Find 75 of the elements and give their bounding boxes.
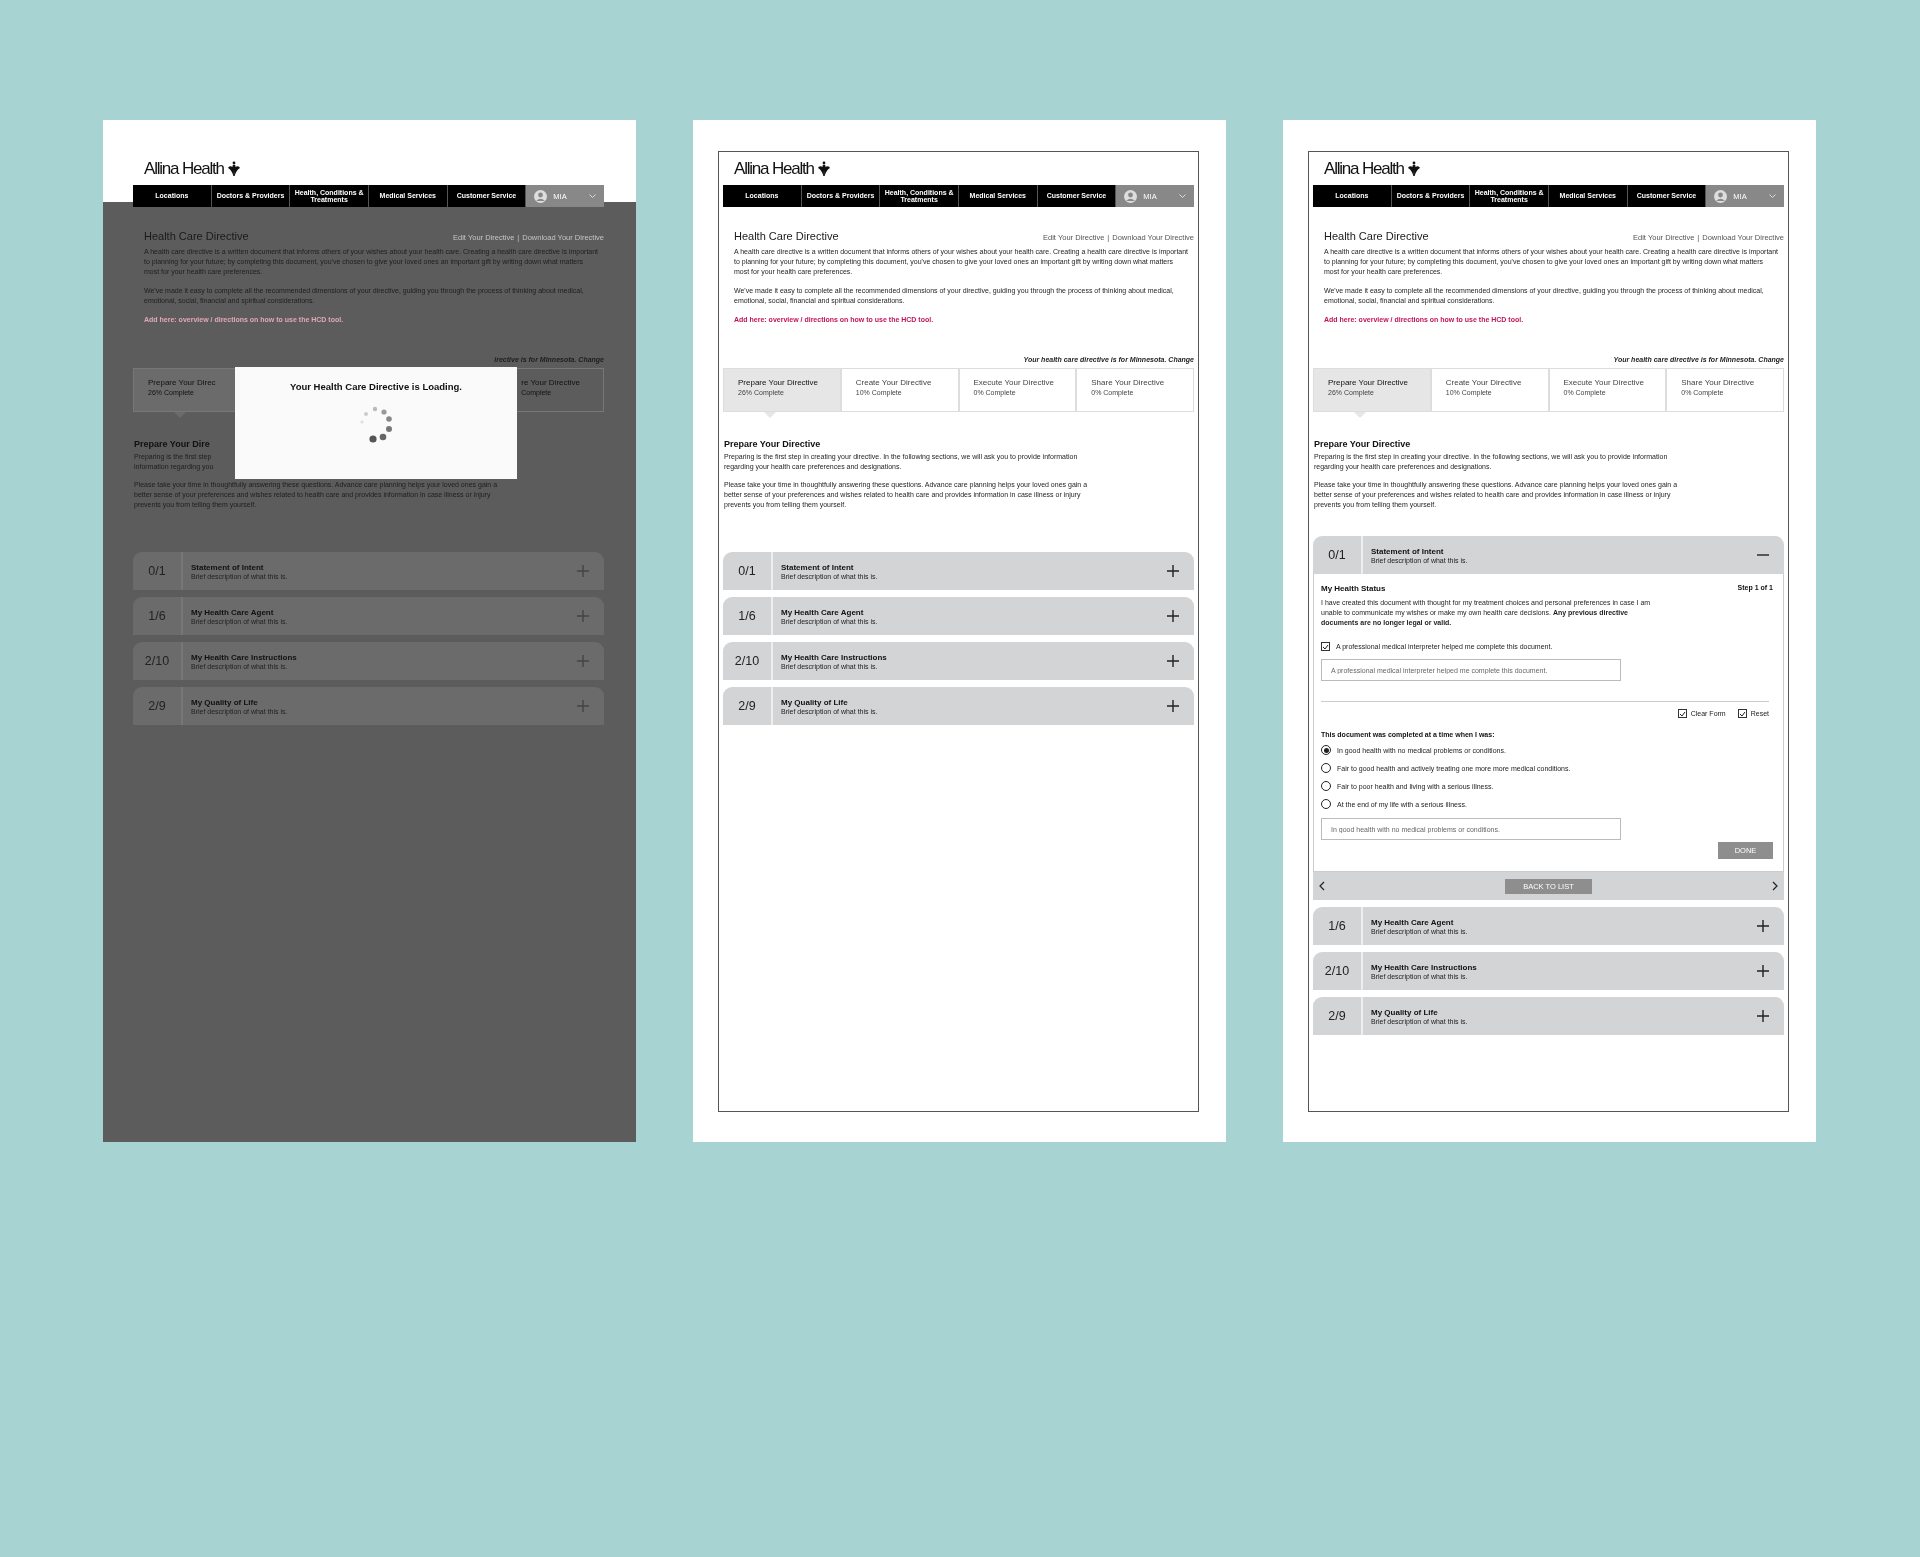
row-title: My Health Care Agent [191,607,275,617]
tab-label: Execute Your Directive [973,378,1055,387]
progress-count: 0/1 [133,552,183,590]
radio-button[interactable] [1321,745,1331,755]
leaf-logo-icon [225,160,242,177]
plus-icon [576,564,590,578]
progress-count: 2/10 [1313,952,1363,990]
plus-icon [576,654,590,668]
tab-label: Prepare Your Directive [1328,378,1410,387]
row-title: My Quality of Life [191,697,259,707]
page-title: Health Care Directive [734,230,839,242]
avatar-icon [1714,189,1728,203]
radio-button[interactable] [1321,781,1331,791]
form-heading: My Health Status [1321,584,1386,593]
row-title: My Health Care Agent [1371,917,1455,927]
progress-count: 2/9 [1313,997,1363,1035]
section-title: Prepare Your Directive [1314,439,1412,449]
row-title: Statement of Intent [781,562,855,572]
page-title: Health Care Directive [1324,230,1429,242]
progress-count: 2/9 [133,687,183,725]
section-title: Prepare Your Dire [134,439,211,449]
plus-icon [1756,919,1770,933]
tab-label: Prepare Your Directive [738,378,820,387]
row-title: My Health Care Agent [781,607,865,617]
row-title: My Quality of Life [1371,1007,1439,1017]
page-title: Health Care Directive [144,230,249,242]
plus-icon [1166,654,1180,668]
avatar-icon [534,189,548,203]
radio-button[interactable] [1321,763,1331,773]
leaf-logo-icon [815,160,832,177]
row-title: My Quality of Life [781,697,849,707]
row-title: My Health Care Instructions [191,652,298,662]
previous-button[interactable] [1319,881,1325,891]
plus-icon [1166,699,1180,713]
progress-count: 2/9 [723,687,773,725]
checkbox[interactable] [1677,709,1687,718]
progress-count: 1/6 [723,597,773,635]
radio-button[interactable] [1321,799,1331,809]
tab-label: Share Your Directive [1091,378,1166,387]
tab-label: Execute Your Directive [1563,378,1645,387]
brand-name: Allina Health [144,158,224,179]
checkbox[interactable] [1737,709,1747,718]
tab-label: Prepare Your Direc [148,378,217,387]
dialog-title: Your Health Care Directive is Loading. [290,381,462,392]
plus-icon [1756,964,1770,978]
plus-icon [1756,1009,1770,1023]
chevron-right-icon [1772,881,1778,891]
progress-count: 1/6 [1313,907,1363,945]
row-title: Statement of Intent [191,562,265,572]
plus-icon [576,609,590,623]
chevron-down-icon [589,194,596,198]
loading-spinner-icon [358,404,394,444]
progress-count: 0/1 [723,552,773,590]
brand-name: Allina Health [734,158,814,179]
row-title: Statement of Intent [1371,546,1445,556]
row-title: My Health Care Instructions [1371,962,1478,972]
plus-icon [576,699,590,713]
plus-icon [1166,564,1180,578]
row-title: My Health Care Instructions [781,652,888,662]
leaf-logo-icon [1405,160,1422,177]
avatar-icon [1124,189,1138,203]
chevron-down-icon [1769,194,1776,198]
tab-label: Create Your Directive [855,378,933,387]
tab-label: Create Your Directive [1445,378,1523,387]
chevron-left-icon [1319,881,1325,891]
tab-label: Share Your Directive [1681,378,1756,387]
progress-count: 1/6 [133,597,183,635]
brand-name: Allina Health [1324,158,1404,179]
progress-count: 2/10 [723,642,773,680]
progress-count: 2/10 [133,642,183,680]
chevron-down-icon [1179,194,1186,198]
checkbox[interactable] [1321,642,1330,651]
plus-icon [1166,609,1180,623]
next-button[interactable] [1772,881,1778,891]
section-title: Prepare Your Directive [724,439,822,449]
